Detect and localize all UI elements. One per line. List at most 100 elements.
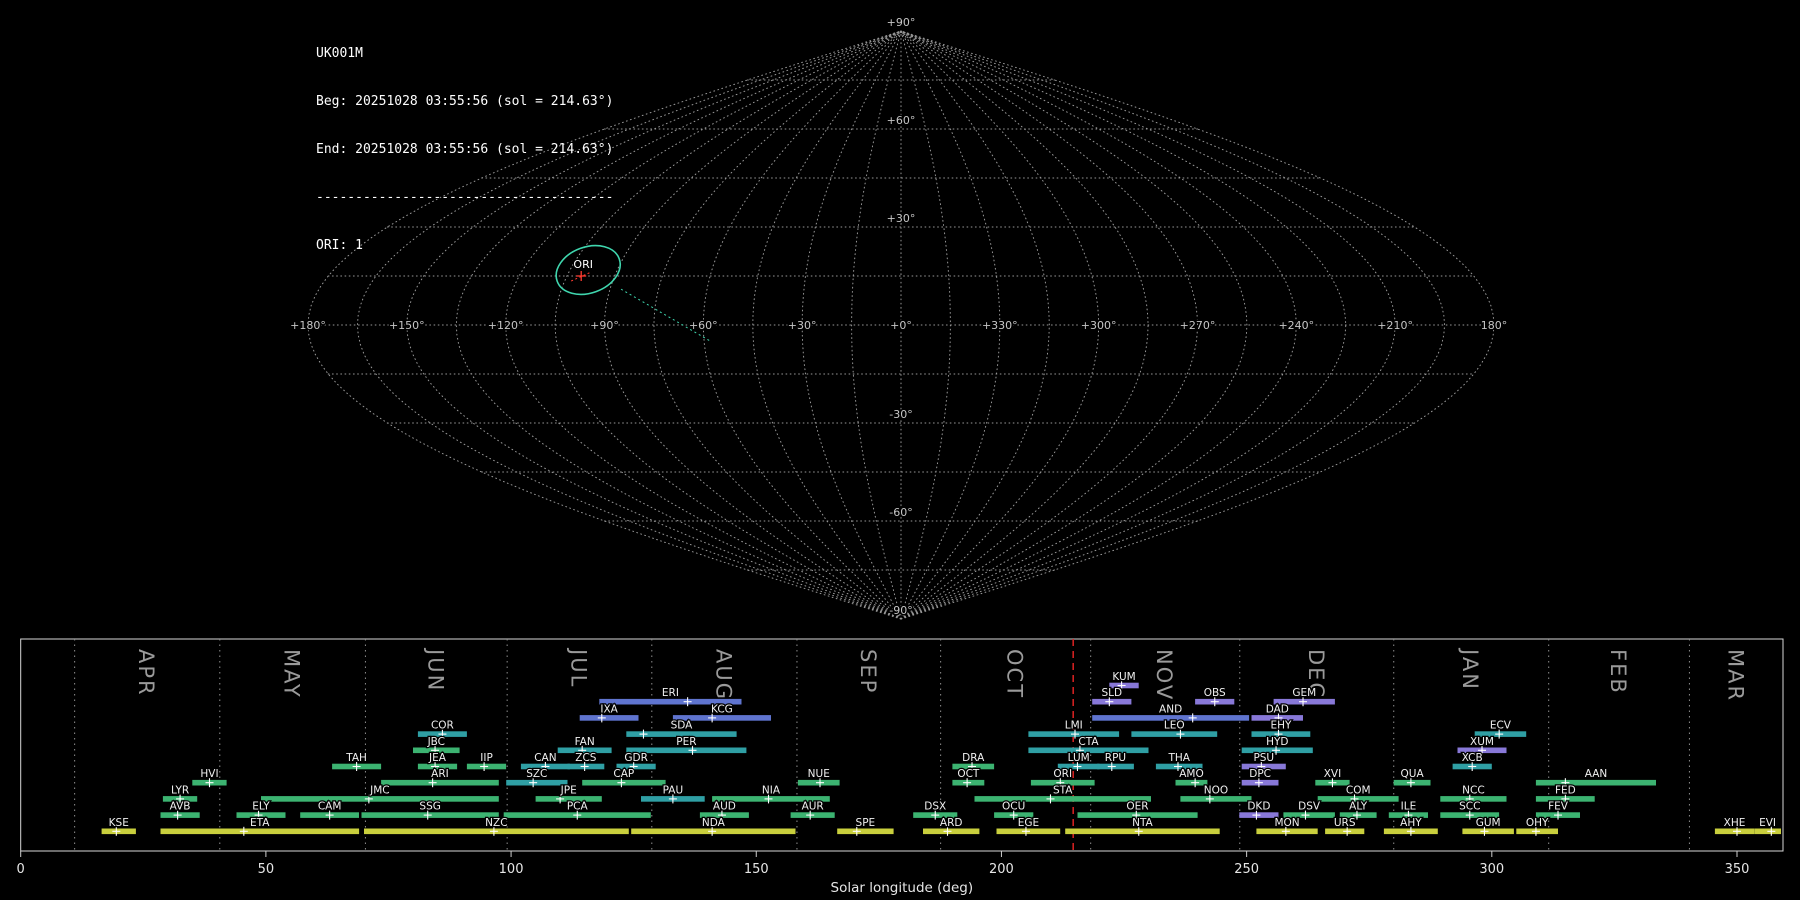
shower-label: OBS — [1204, 687, 1226, 699]
shower-label: FEV — [1548, 801, 1569, 813]
shower-label: AUD — [713, 801, 736, 813]
shower-label: EVI — [1759, 817, 1776, 829]
shower-PCA: PCA — [503, 799, 651, 820]
shower-label: URS — [1334, 817, 1356, 829]
shower-bar — [261, 796, 499, 802]
shower-ZCS: ZCS — [567, 751, 605, 771]
shower-label: KUM — [1112, 671, 1135, 683]
axis-tick-label: 0 — [17, 862, 25, 877]
shower-OBS: OBS — [1195, 686, 1235, 707]
shower-OHY: OHY — [1516, 816, 1558, 836]
map-lon-label: 180° — [1481, 319, 1508, 332]
shower-NZC: NZC — [364, 816, 629, 836]
shower-label: XUM — [1470, 736, 1494, 748]
shower-label: LMI — [1065, 720, 1083, 732]
shower-label: CTA — [1078, 736, 1099, 748]
axis-tick-label: 200 — [989, 862, 1014, 877]
shower-label: LYR — [171, 784, 189, 796]
shower-label: LUM — [1068, 752, 1090, 764]
shower-label: OHY — [1526, 817, 1549, 829]
header-end-time: End: 20251028 03:55:56 (sol = 214.63°) — [316, 142, 614, 157]
axis-tick-label: 150 — [744, 862, 769, 877]
shower-bar — [381, 779, 499, 786]
shower-STA: STA — [974, 783, 1151, 804]
shower-label: EGE — [1018, 817, 1039, 829]
shower-GUM: GUM — [1462, 816, 1514, 836]
map-lat-label: +60° — [887, 114, 916, 127]
map-lat-label: -30° — [889, 408, 912, 421]
shower-SPE: SPE — [837, 816, 894, 836]
shower-EVI: EVI — [1754, 816, 1781, 836]
shower-label: ETA — [250, 817, 270, 829]
shower-AAN: AAN — [1535, 767, 1656, 788]
shower-label: AHY — [1400, 817, 1422, 829]
shower-label: DKD — [1247, 801, 1270, 813]
map-lon-label: +150° — [389, 319, 425, 332]
shower-label: NDA — [702, 817, 726, 829]
shower-label: JMC — [369, 784, 390, 796]
shower-label: CAP — [613, 768, 634, 780]
month-label: NOV — [1152, 649, 1176, 701]
shower-bar — [1535, 779, 1656, 786]
map-lat-label: +30° — [887, 212, 916, 225]
month-label: MAY — [280, 649, 304, 699]
shower-label: DSX — [924, 801, 946, 813]
month-label: APR — [134, 649, 158, 697]
map-lon-label: +240° — [1278, 319, 1314, 332]
shower-XVI: XVI — [1315, 767, 1350, 788]
shower-label: NIA — [762, 784, 781, 796]
shower-label: PSU — [1253, 752, 1274, 764]
map-lon-label: +210° — [1377, 319, 1413, 332]
month-label: JUN — [423, 647, 447, 692]
shower-URS: URS — [1325, 816, 1365, 836]
shower-label: ECV — [1490, 720, 1512, 732]
shower-label: PAU — [663, 784, 684, 796]
shower-SZC: SZC — [506, 767, 568, 788]
shower-LMI: LMI — [1028, 718, 1120, 739]
shower-JMC: JMC — [261, 783, 499, 804]
shower-bar — [1180, 796, 1252, 802]
map-lat-label: -90° — [889, 604, 912, 617]
shower-label: RPU — [1105, 752, 1126, 764]
header-shower-count: ORI: 1 — [316, 238, 363, 253]
shower-CAP: CAP — [582, 767, 666, 788]
shower-label: ORI — [1053, 768, 1072, 780]
shower-label: MON — [1274, 817, 1299, 829]
shower-DPC: DPC — [1241, 767, 1279, 788]
shower-OCT: OCT — [952, 767, 985, 788]
shower-IXA: IXA — [579, 702, 639, 723]
shower-label: ALY — [1349, 801, 1368, 813]
shower-label: DAD — [1266, 703, 1289, 715]
shower-label: JPE — [560, 784, 577, 796]
axis-tick-label: 250 — [1234, 862, 1259, 877]
header-beg-time: Beg: 20251028 03:55:56 (sol = 214.63°) — [316, 94, 614, 109]
shower-bar — [974, 796, 1151, 802]
shower-MON: MON — [1256, 816, 1318, 836]
shower-bar — [1131, 731, 1218, 737]
month-label: JUL — [567, 647, 591, 688]
shower-RPU: RPU — [1097, 751, 1134, 771]
axis-title: Solar longitude (deg) — [831, 880, 974, 896]
shower-bar — [579, 715, 639, 721]
shower-label: QUA — [1401, 768, 1425, 780]
shower-label: AUR — [802, 801, 824, 813]
shower-label: AAN — [1585, 768, 1608, 780]
map-lon-label: +0° — [890, 319, 912, 332]
shower-HVI: HVI — [192, 767, 227, 788]
shower-label: LEO — [1164, 720, 1185, 732]
shower-label: ELY — [252, 801, 270, 813]
shower-label: AND — [1159, 703, 1182, 715]
shower-label: NTA — [1132, 817, 1153, 829]
shower-XCB: XCB — [1452, 751, 1492, 771]
shower-label: CAN — [534, 752, 556, 764]
shower-label: STA — [1053, 784, 1073, 796]
shower-label: SDA — [671, 720, 694, 732]
axis-tick-label: 100 — [499, 862, 524, 877]
shower-label: DPC — [1249, 768, 1271, 780]
shower-label: NOO — [1204, 784, 1228, 796]
shower-label: KCG — [711, 703, 733, 715]
shower-HYD: HYD — [1241, 735, 1313, 755]
month-label: AUG — [711, 649, 735, 701]
shower-SSG: SSG — [361, 799, 499, 820]
shower-label: OCT — [957, 768, 980, 780]
